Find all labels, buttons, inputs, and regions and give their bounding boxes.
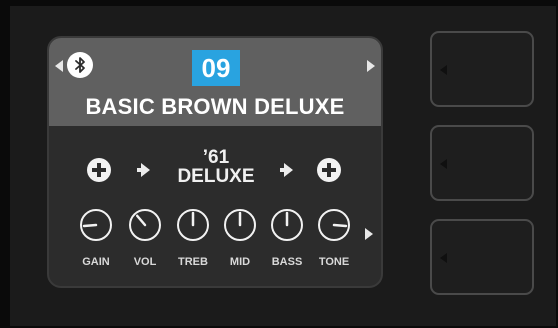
side-button-1[interactable] — [430, 31, 534, 107]
knob-dial-icon — [271, 209, 303, 241]
knob-bass[interactable]: BASS — [264, 208, 310, 272]
preset-name: BASIC BROWN DELUXE — [85, 94, 345, 119]
bluetooth-icon[interactable] — [67, 52, 93, 78]
knob-row: GAIN VOL TREB MID BASS TONE — [49, 208, 381, 278]
knob-treb[interactable]: TREB — [170, 208, 216, 272]
amp-model-year: ’61 — [202, 147, 230, 168]
knob-tone[interactable]: TONE — [311, 208, 357, 272]
add-pre-effect-icon[interactable] — [87, 158, 111, 182]
arrow-right-icon — [280, 163, 293, 177]
signal-chain: ’61 DELUXE — [49, 142, 381, 192]
triangle-left-icon — [440, 65, 447, 75]
preset-panel: 09 BASIC BROWN DELUXE ’61 DELUXE GAIN VO… — [47, 36, 383, 288]
arrow-right-icon — [137, 163, 150, 177]
amp-model[interactable]: ’61 DELUXE — [161, 148, 271, 186]
knob-label-tone: TONE — [318, 256, 350, 268]
side-button-2[interactable] — [430, 125, 534, 201]
preset-header: 09 BASIC BROWN DELUXE — [49, 38, 381, 126]
triangle-left-icon — [440, 159, 447, 169]
knob-mid[interactable]: MID — [217, 208, 263, 272]
amp-model-name: DELUXE — [177, 166, 255, 187]
knob-dial-icon — [129, 209, 161, 241]
add-post-effect-icon[interactable] — [317, 158, 341, 182]
triangle-left-icon — [440, 253, 447, 263]
prev-preset-icon[interactable] — [55, 60, 63, 72]
side-button-3[interactable] — [430, 219, 534, 295]
next-preset-icon[interactable] — [367, 60, 375, 72]
preset-number[interactable]: 09 — [192, 50, 240, 86]
next-knobs-icon[interactable] — [365, 228, 373, 240]
knob-vol[interactable]: VOL — [122, 208, 168, 272]
knob-dial-icon — [318, 209, 350, 241]
knob-dial-icon — [80, 209, 112, 241]
knob-dial-icon — [224, 209, 256, 241]
knob-gain[interactable]: GAIN — [73, 208, 119, 272]
knob-dial-icon — [177, 209, 209, 241]
